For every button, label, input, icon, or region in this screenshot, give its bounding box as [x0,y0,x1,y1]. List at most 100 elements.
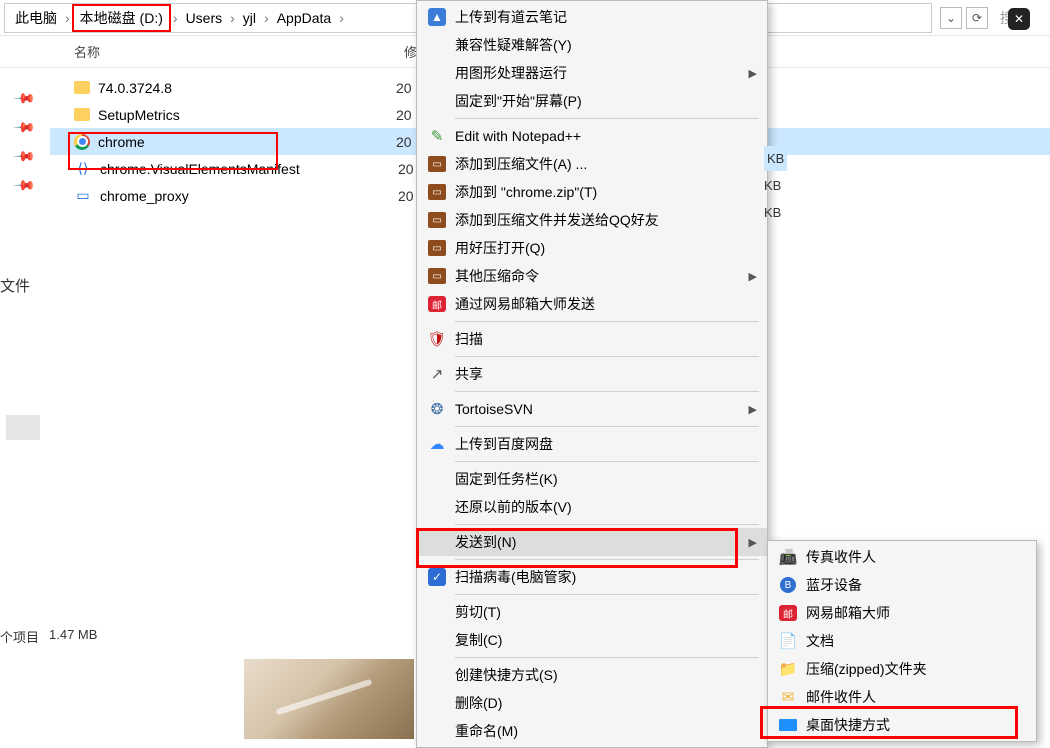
column-name[interactable]: 名称 [74,42,404,61]
submenu-arrow-icon: ▶ [749,270,757,283]
menu-item-label: 删除(D) [449,693,757,713]
breadcrumb-item[interactable]: 本地磁盘 (D:) [72,4,171,32]
shield-icon: ✓ [425,568,449,586]
mcafee-icon: 🛡 [425,330,449,348]
submenu-item[interactable]: ✉邮件收件人 [768,683,1036,711]
chevron-right-icon: › [171,10,180,26]
refresh-button[interactable]: ⟳ [966,7,988,29]
folder-icon [74,81,90,94]
163-icon: 邮 [776,605,800,621]
menu-item[interactable]: 发送到(N)▶ [417,528,767,556]
mail-icon: ✉ [776,688,800,706]
menu-item[interactable]: ☁上传到百度网盘 [417,430,767,458]
menu-item[interactable]: ❂TortoiseSVN▶ [417,395,767,423]
menu-item[interactable]: ↗共享 [417,360,767,388]
chevron-right-icon: › [337,10,346,26]
submenu-item[interactable]: 📁压缩(zipped)文件夹 [768,655,1036,683]
menu-item[interactable]: 固定到"开始"屏幕(P) [417,87,767,115]
pin-icon: 📌 [13,144,37,168]
menu-separator [455,118,759,119]
menu-item[interactable]: 删除(D) [417,689,767,717]
submenu-item-label: 邮件收件人 [800,687,1026,707]
submenu-item-label: 网易邮箱大师 [800,603,1026,623]
menu-item[interactable]: ✓扫描病毒(电脑管家) [417,563,767,591]
menu-separator [455,391,759,392]
submenu-item[interactable]: 桌面快捷方式 [768,711,1036,739]
menu-separator [455,321,759,322]
menu-item-label: 还原以前的版本(V) [449,497,757,517]
menu-item[interactable]: ▭用好压打开(Q) [417,234,767,262]
breadcrumb-item[interactable]: 此电脑 [9,6,63,30]
blue-icon: ▲ [425,8,449,26]
overlay-close-icon[interactable]: ✕ [1008,8,1030,30]
breadcrumb-item[interactable]: yjl [237,8,262,28]
menu-separator [455,461,759,462]
chevron-right-icon: › [63,10,72,26]
menu-item[interactable]: ▭添加到压缩文件(A) ... [417,150,767,178]
breadcrumb-item[interactable]: AppData [271,8,337,28]
chrome-icon [74,134,90,150]
menu-item-label: 发送到(N) [449,532,749,552]
menu-item[interactable]: 复制(C) [417,626,767,654]
arch-icon: ▭ [425,240,449,256]
file-name: chrome [98,134,396,150]
menu-item[interactable]: 邮通过网易邮箱大师发送 [417,290,767,318]
menu-item-label: 用好压打开(Q) [449,238,757,258]
menu-item-label: 扫描病毒(电脑管家) [449,567,757,587]
menu-item[interactable]: 重命名(M) [417,717,767,745]
menu-item[interactable]: 用图形处理器运行▶ [417,59,767,87]
menu-item-label: 添加到压缩文件并发送给QQ好友 [449,210,757,230]
file-name: chrome_proxy [100,188,398,204]
menu-item-label: Edit with Notepad++ [449,128,757,144]
menu-item-label: 上传到百度网盘 [449,434,757,454]
menu-item-label: 通过网易邮箱大师发送 [449,294,757,314]
menu-item-label: 用图形处理器运行 [449,63,749,83]
menu-item-label: 剪切(T) [449,602,757,622]
share-icon: ↗ [425,365,449,383]
arch-icon: ▭ [425,156,449,172]
status-items: 个项目 [0,627,39,646]
chevron-right-icon: › [228,10,237,26]
menu-item[interactable]: ▭添加到压缩文件并发送给QQ好友 [417,206,767,234]
menu-item[interactable]: 兼容性疑难解答(Y) [417,31,767,59]
menu-separator [455,657,759,658]
menu-item-label: 创建快捷方式(S) [449,665,757,685]
chevron-right-icon: › [262,10,271,26]
submenu-item-label: 文档 [800,631,1026,651]
menu-item[interactable]: 🛡扫描 [417,325,767,353]
submenu-arrow-icon: ▶ [749,536,757,549]
submenu-item[interactable]: B蓝牙设备 [768,571,1036,599]
arch-icon: ▭ [425,268,449,284]
baidu-icon: ☁ [425,435,449,453]
menu-item[interactable]: ▭其他压缩命令▶ [417,262,767,290]
context-menu[interactable]: ▲上传到有道云笔记兼容性疑难解答(Y)用图形处理器运行▶固定到"开始"屏幕(P)… [416,0,768,748]
submenu-arrow-icon: ▶ [749,403,757,416]
submenu-item[interactable]: 📠传真收件人 [768,543,1036,571]
menu-item[interactable]: 还原以前的版本(V) [417,493,767,521]
submenu-item[interactable]: 📄文档 [768,627,1036,655]
menu-item[interactable]: ▲上传到有道云笔记 [417,3,767,31]
preview-image [244,659,414,739]
doc-icon: 📄 [776,632,800,650]
menu-item[interactable]: 固定到任务栏(K) [417,465,767,493]
file-name: 74.0.3724.8 [98,80,396,96]
menu-separator [455,426,759,427]
submenu-item[interactable]: 邮网易邮箱大师 [768,599,1036,627]
submenu-item-label: 压缩(zipped)文件夹 [800,659,1026,679]
fax-icon: 📠 [776,548,800,566]
menu-item[interactable]: 创建快捷方式(S) [417,661,767,689]
red-icon: 邮 [425,296,449,312]
menu-item[interactable]: ▭添加到 "chrome.zip"(T) [417,178,767,206]
file-name: SetupMetrics [98,107,396,123]
menu-item-label: 扫描 [449,329,757,349]
file-size: KB [764,178,781,193]
sendto-submenu[interactable]: 📠传真收件人B蓝牙设备邮网易邮箱大师📄文档📁压缩(zipped)文件夹✉邮件收件… [767,540,1037,742]
dropdown-button[interactable]: ⌄ [940,7,962,29]
breadcrumb-item[interactable]: Users [180,8,229,28]
submenu-item-label: 蓝牙设备 [800,575,1026,595]
submenu-item-label: 传真收件人 [800,547,1026,567]
menu-item[interactable]: 剪切(T) [417,598,767,626]
menu-item[interactable]: ✎Edit with Notepad++ [417,122,767,150]
svn-icon: ❂ [425,400,449,418]
arch-icon: ▭ [425,212,449,228]
